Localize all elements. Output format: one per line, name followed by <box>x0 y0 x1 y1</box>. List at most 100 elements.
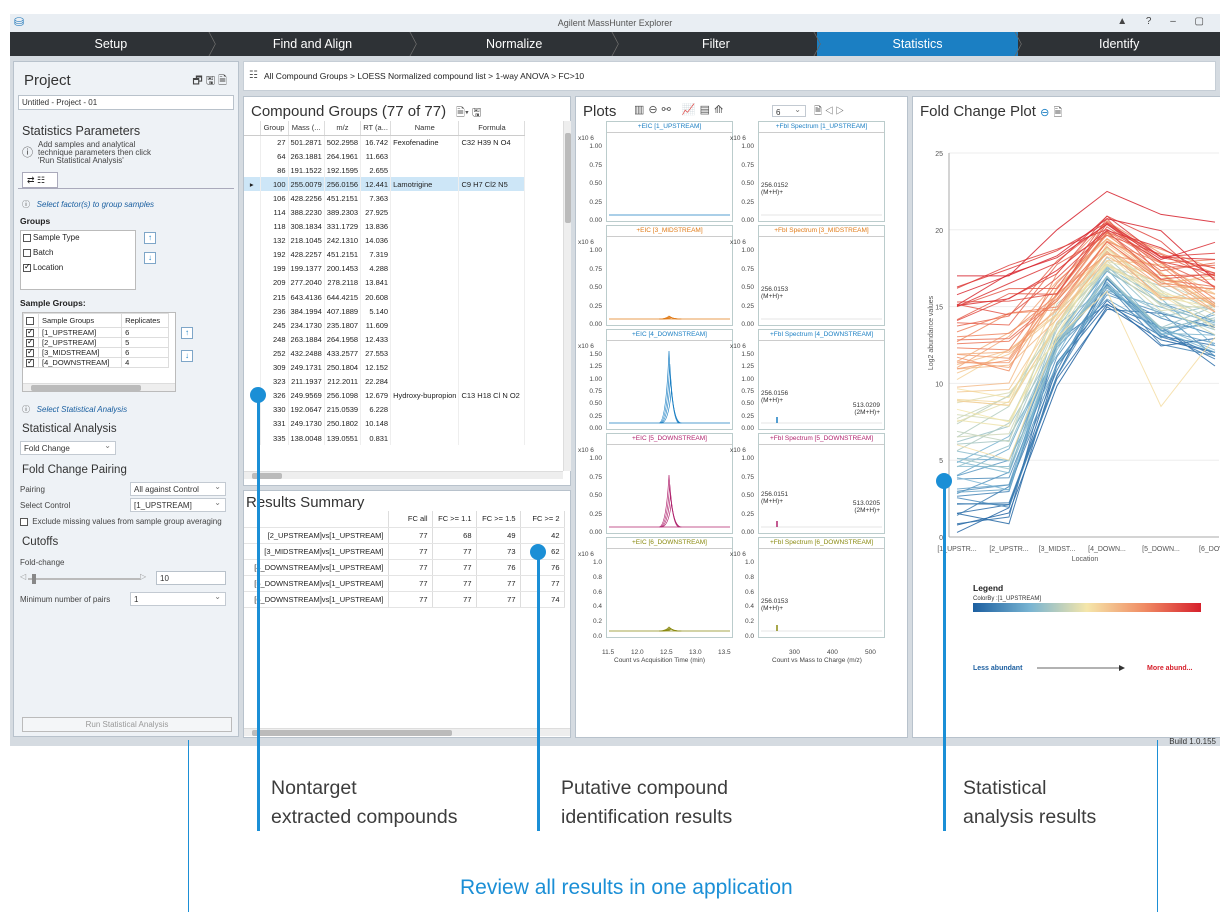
sg-checkbox[interactable] <box>26 347 34 358</box>
results-row[interactable]: [6_DOWNSTREAM]vs[1_UPSTREAM] 77 77 77 74 <box>244 591 565 608</box>
sg-checkbox[interactable] <box>26 327 34 338</box>
table-row[interactable]: 64 263.1881 264.1961 11.663 <box>244 149 526 164</box>
spectrum-plot[interactable]: +FbI Spectrum [4_DOWNSTREAM] 256.0156 (M+H… <box>758 329 885 430</box>
column-header[interactable]: Name <box>390 121 460 136</box>
export-icon[interactable]: 🗎 <box>814 106 825 117</box>
table-row[interactable]: 132 218.1045 242.1310 14.036 <box>244 233 526 248</box>
fc-value-field[interactable]: 10 <box>156 571 226 585</box>
column-header[interactable]: Group <box>260 121 289 136</box>
project-name-field[interactable]: Untitled - Project - 01 <box>18 95 234 110</box>
cg-hscroll[interactable] <box>244 471 563 479</box>
series-line[interactable] <box>956 229 1216 307</box>
table-row[interactable]: 114 388.2230 389.2303 27.925 <box>244 205 526 220</box>
group-option[interactable]: Location <box>21 261 135 276</box>
sample-group-row[interactable]: [3_MIDSTREAM]6 <box>23 347 169 359</box>
run-analysis-button[interactable]: Run Statistical Analysis <box>22 717 232 732</box>
workflow-step-statistics[interactable]: Statistics <box>816 32 1025 56</box>
sg-header[interactable]: Sample Groups <box>37 313 123 329</box>
series-line[interactable] <box>957 190 1216 277</box>
results-header[interactable]: FC >= 2 <box>520 511 565 528</box>
series-line[interactable] <box>956 283 1216 493</box>
plots-toolbar[interactable]: ▥⊖⚯ 📈▤⟰ <box>634 103 727 116</box>
plot-nav[interactable]: 🗎◁▷ <box>814 104 847 121</box>
new-project-icon[interactable]: 🗗 <box>192 75 205 87</box>
eic-plot[interactable]: +EIC [5_DOWNSTREAM] <box>606 433 733 534</box>
chart-icon[interactable]: 📈 <box>682 104 700 116</box>
table-row[interactable]: 86 191.1522 192.1595 2.655 <box>244 163 526 178</box>
zoom-icon[interactable]: ⊖ <box>648 104 661 116</box>
workflow-step-identify[interactable]: Identify <box>1018 32 1220 56</box>
column-header[interactable]: Mass (... <box>288 121 325 136</box>
sample-group-row[interactable]: [2_UPSTREAM]5 <box>23 337 169 349</box>
eic-plot[interactable]: +EIC [1_UPSTREAM] <box>606 121 733 222</box>
column-header[interactable]: m/z <box>324 121 362 136</box>
overlay-icon[interactable]: ▥ <box>634 104 648 116</box>
workflow-step-normalize[interactable]: Normalize <box>413 32 621 56</box>
table-row[interactable]: 309 249.1731 250.1804 12.152 <box>244 360 526 375</box>
move-up-button[interactable]: ↑ <box>144 232 156 244</box>
series-line[interactable] <box>956 278 1216 516</box>
eic-plot[interactable]: +EIC [3_MIDSTREAM] <box>606 225 733 326</box>
sample-group-row[interactable]: [1_UPSTREAM]6 <box>23 327 169 339</box>
export-icon[interactable]: 🗎 <box>218 75 230 87</box>
sg-header[interactable]: Replicates <box>121 313 169 329</box>
plot-count-select[interactable]: 6 <box>772 103 806 117</box>
move-down-button[interactable]: ↓ <box>144 252 156 264</box>
results-row[interactable]: [4_DOWNSTREAM]vs[1_UPSTREAM] 77 77 76 76 <box>244 559 565 576</box>
table-row[interactable]: 209 277.2040 278.2118 13.841 <box>244 275 526 291</box>
table-row[interactable]: 27 501.2871 502.2958 16.742 Fexofenadine C32 … <box>244 135 526 150</box>
sg-replicates[interactable]: 4 <box>121 357 169 369</box>
table-row[interactable]: ▸ 100 255.0079 256.0156 12.441 Lamotrigine C9 … <box>244 177 526 192</box>
fc-slider[interactable]: ◁ ▷ <box>20 572 150 584</box>
sg-replicates[interactable]: 6 <box>121 327 169 339</box>
spectrum-plot[interactable]: +FbI Spectrum [1_UPSTREAM] 256.0152 (M+H)+ <box>758 121 885 222</box>
table-row[interactable]: 330 192.0647 215.0539 6.228 <box>244 402 526 417</box>
group-checkbox[interactable] <box>23 262 31 272</box>
breadcrumb-text[interactable]: All Compound Groups > LOESS Normalized c… <box>264 71 584 81</box>
eic-plot[interactable]: +EIC [6_DOWNSTREAM] <box>606 537 733 638</box>
table-row[interactable]: 192 428.2257 451.2151 7.319 <box>244 247 526 262</box>
exclude-checkbox[interactable] <box>20 517 28 526</box>
sg-replicates[interactable]: 6 <box>121 347 169 359</box>
exclude-missing-option[interactable]: Exclude missing values from sample group… <box>20 517 222 526</box>
project-toolbar[interactable]: 🗗🖫🗎 <box>192 72 230 91</box>
group-checkbox[interactable] <box>23 233 31 242</box>
next-icon[interactable]: ▷ <box>836 106 847 117</box>
sg-checkbox[interactable] <box>26 337 34 348</box>
results-header[interactable]: FC >= 1.5 <box>476 511 521 528</box>
workflow-step-find-and-align[interactable]: Find and Align <box>212 32 420 56</box>
table-row[interactable]: 323 211.1937 212.2011 22.284 <box>244 374 526 389</box>
results-row[interactable]: [3_MIDSTREAM]vs[1_UPSTREAM] 77 77 73 62 <box>244 543 565 560</box>
table-row[interactable]: 248 263.1884 264.1958 12.433 <box>244 332 526 347</box>
link-icon[interactable]: ⚯ <box>662 104 675 116</box>
eic-plot[interactable]: +EIC [4_DOWNSTREAM] <box>606 329 733 430</box>
table-row[interactable]: 106 428.2256 451.2151 7.363 <box>244 191 526 206</box>
pairing-select[interactable]: All against Control <box>130 480 226 496</box>
table-row[interactable]: 215 643.4136 644.4215 20.608 <box>244 290 526 305</box>
column-header[interactable]: RT (a... <box>360 121 392 136</box>
sg-up-button[interactable]: ↑ <box>181 327 193 339</box>
tab-factors[interactable]: ⇄ ☷ <box>22 172 58 188</box>
series-line[interactable] <box>956 299 1216 533</box>
select-all-checkbox[interactable] <box>26 317 34 326</box>
window-controls[interactable]: ▲ ? – ▢ <box>1117 16 1212 27</box>
table-row[interactable]: 118 308.1834 331.1729 13.836 <box>244 219 526 234</box>
min-pairs-select[interactable]: 1 <box>130 590 226 606</box>
control-select[interactable]: [1_UPSTREAM] <box>130 496 226 512</box>
sg-checkbox[interactable] <box>26 357 34 368</box>
table-row[interactable]: 199 199.1377 200.1453 4.288 <box>244 261 526 276</box>
table-row[interactable]: 326 249.9569 256.1098 12.679 Hydroxy-bupropi… <box>244 388 526 403</box>
chart-alt-icon[interactable]: ▤ <box>700 104 714 116</box>
sg-down-button[interactable]: ↓ <box>181 350 193 362</box>
results-header[interactable]: FC >= 1.1 <box>432 511 477 528</box>
workflow-step-filter[interactable]: Filter <box>615 32 823 56</box>
group-option[interactable]: Batch <box>21 246 135 261</box>
column-header[interactable]: Formula <box>458 121 526 136</box>
stat-analysis-select[interactable]: Fold Change <box>20 439 116 455</box>
table-row[interactable]: 335 138.0048 139.0551 0.831 <box>244 430 526 446</box>
sample-group-row[interactable]: [4_DOWNSTREAM]4 <box>23 357 169 369</box>
sg-replicates[interactable]: 5 <box>121 337 169 349</box>
results-row[interactable]: [5_DOWNSTREAM]vs[1_UPSTREAM] 77 77 77 77 <box>244 575 565 592</box>
series-line[interactable] <box>956 276 1216 470</box>
cg-vscroll[interactable] <box>563 121 571 471</box>
